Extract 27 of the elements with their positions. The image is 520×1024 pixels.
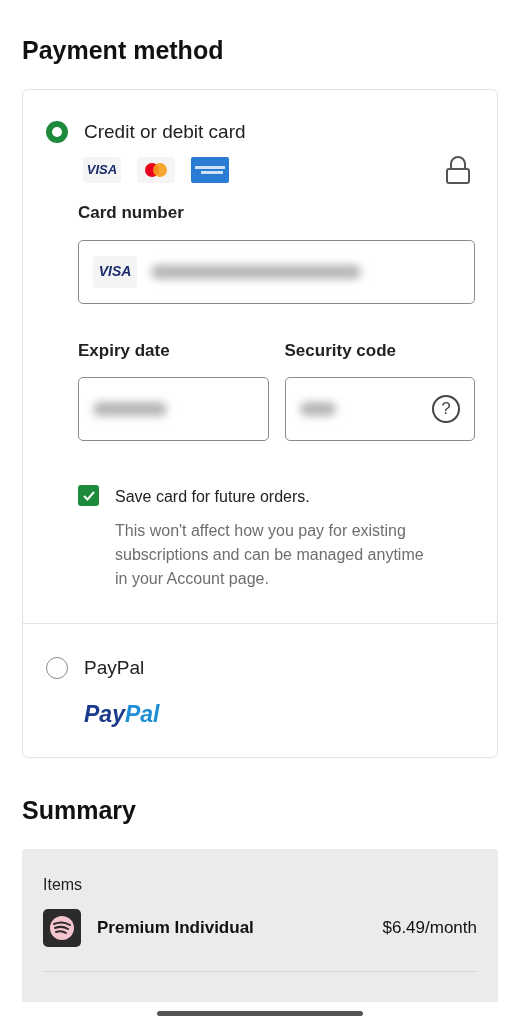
section-title: Payment method — [22, 35, 225, 66]
save-card-note: This won't affect how you pay for existing subscriptions and can be managed anytime in your Account page. — [115, 521, 425, 589]
field-label: Security code — [284, 339, 397, 362]
visa-logo: VISA — [93, 255, 137, 288]
blurred-value — [299, 402, 336, 416]
field-label: Expiry date — [78, 339, 171, 362]
radio-button[interactable] — [46, 120, 68, 143]
lock-icon — [445, 156, 471, 184]
field-label: Card number — [78, 202, 185, 224]
mastercard-logo — [137, 157, 175, 183]
summary-section-label: Items — [43, 874, 84, 895]
checkbox-label[interactable]: Save card for future orders. — [115, 485, 475, 509]
item-name: Premium Individual — [97, 916, 254, 939]
section-title: Summary — [22, 795, 137, 826]
option-label[interactable]: PayPal — [84, 654, 145, 683]
check-icon — [82, 490, 95, 501]
item-price: $6.49/month — [382, 916, 477, 939]
paypal-logo: PayPal — [84, 699, 160, 729]
card-number-field[interactable]: VISA — [78, 239, 475, 304]
help-button[interactable]: ? — [432, 395, 460, 423]
checkbox[interactable] — [78, 485, 99, 506]
visa-logo: VISA — [83, 157, 121, 183]
security-code-field[interactable]: ? — [284, 377, 475, 441]
amex-logo — [191, 157, 229, 183]
expiry-field[interactable] — [78, 377, 269, 441]
option-label[interactable]: Credit or debit card — [84, 117, 246, 146]
app-icon — [43, 908, 81, 947]
